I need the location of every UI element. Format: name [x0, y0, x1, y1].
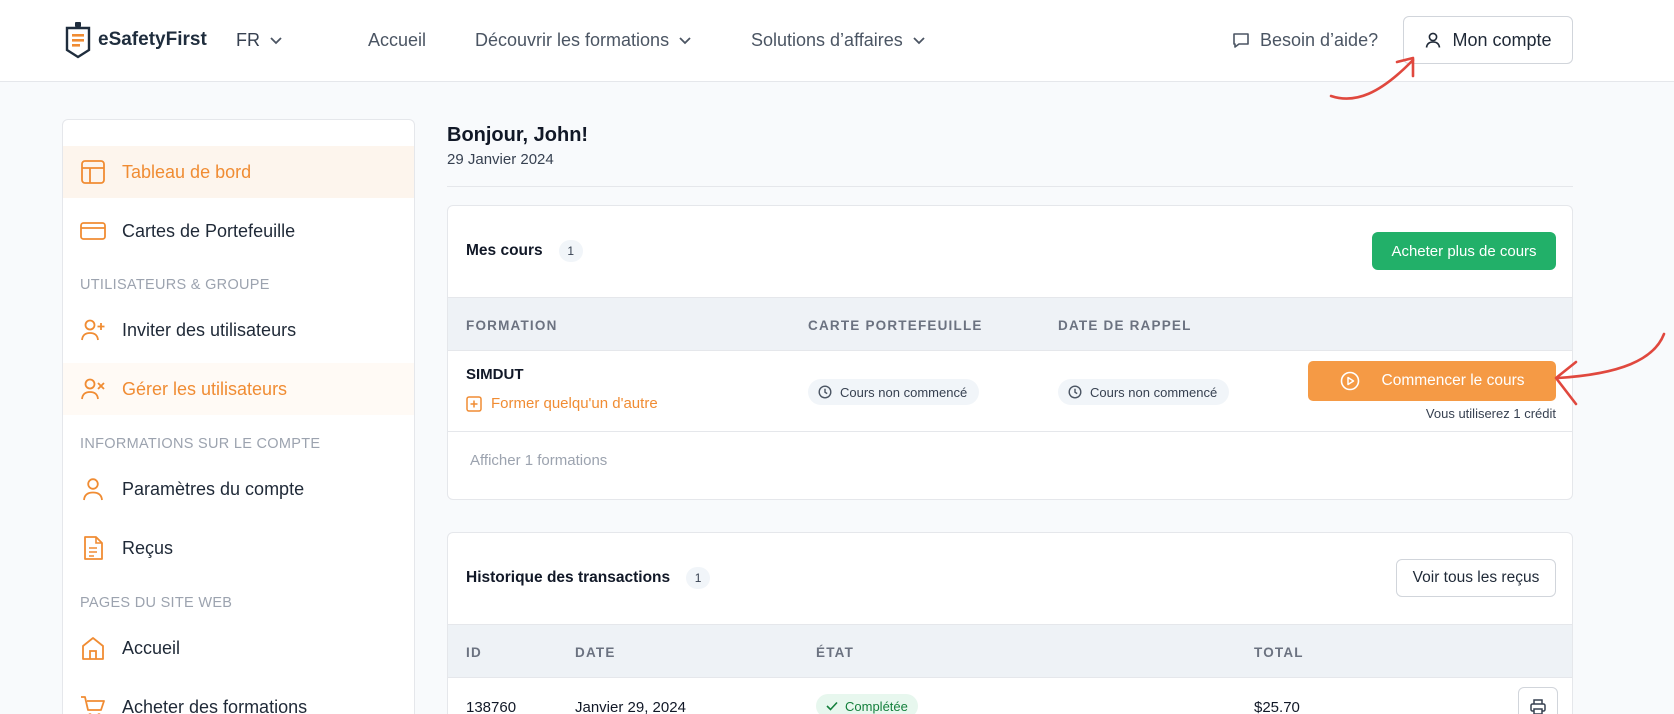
show-all-trainings-link[interactable]: Afficher 1 formations	[470, 452, 607, 469]
column-header: ID	[466, 645, 482, 660]
wallet-status-pill: Cours non commencé	[808, 379, 980, 405]
column-header: TOTAL	[1254, 645, 1304, 660]
brand-logo[interactable]: eSafetyFirst	[64, 21, 207, 59]
chevron-down-icon	[270, 36, 282, 44]
course-name: SIMDUT	[466, 366, 524, 383]
credit-note: Vous utiliserez 1 crédit	[1425, 406, 1556, 421]
brand-name: eSafetyFirst	[98, 29, 207, 50]
clock-icon	[818, 385, 832, 399]
chevron-down-icon	[913, 36, 925, 44]
user-icon	[1426, 32, 1441, 48]
sidebar-item-label: Accueil	[122, 637, 181, 658]
courses-title: Mes cours 1	[466, 240, 583, 262]
clock-icon	[1068, 385, 1082, 399]
transactions-title-text: Historique des transactions	[466, 569, 671, 586]
current-date: 29 Janvier 2024	[447, 151, 554, 168]
help-label: Besoin d’aide?	[1260, 30, 1379, 50]
train-someone-else-link[interactable]: Former quelqu'un d'autre	[466, 395, 658, 412]
column-header: DATE DE RAPPEL	[1058, 318, 1192, 333]
help-link[interactable]: Besoin d’aide?	[1232, 30, 1378, 51]
account-label: Mon compte	[1452, 29, 1552, 50]
language-selector[interactable]: FR	[236, 30, 282, 51]
status-badge: Complétée	[816, 694, 918, 714]
status-text: Complétée	[845, 698, 908, 714]
layout-icon	[81, 160, 105, 184]
divider	[447, 186, 1573, 187]
account-button[interactable]: Mon compte	[1403, 16, 1573, 64]
plus-square-icon	[466, 395, 482, 412]
check-icon	[826, 701, 838, 711]
nav-label: Accueil	[368, 30, 427, 50]
start-course-button[interactable]: Commencer le cours	[1308, 361, 1556, 401]
reminder-status-pill: Cours non commencé	[1058, 379, 1230, 405]
sidebar-item-wallet-cards[interactable]: Cartes de Portefeuille	[63, 205, 414, 257]
print-receipt-button[interactable]	[1518, 687, 1558, 714]
courses-title-text: Mes cours	[466, 242, 543, 259]
section-heading-account: INFORMATIONS SUR LE COMPTE	[80, 436, 321, 452]
column-header: ÉTAT	[816, 645, 855, 660]
greeting: Bonjour, John!	[447, 124, 589, 146]
transactions-title: Historique des transactions 1	[466, 567, 711, 589]
nav-label: Solutions d’affaires	[751, 30, 903, 50]
sidebar-item-manage-users[interactable]: Gérer les utilisateurs	[63, 363, 414, 415]
transaction-date: Janvier 29, 2024	[575, 699, 686, 714]
cart-icon	[81, 696, 105, 714]
transactions-card: Historique des transactions 1 Voir tous …	[447, 532, 1573, 714]
home-icon	[82, 637, 104, 660]
courses-count-badge: 1	[558, 240, 583, 262]
nav-label: Découvrir les formations	[475, 30, 670, 50]
sidebar-item-label: Tableau de bord	[122, 161, 252, 182]
nav-accueil[interactable]: Accueil	[368, 30, 426, 51]
file-text-icon	[84, 536, 103, 560]
sidebar-item-invite-users[interactable]: Inviter des utilisateurs	[63, 304, 414, 356]
sidebar-item-home[interactable]: Accueil	[63, 622, 414, 674]
sidebar: Tableau de bord Cartes de Portefeuille U…	[62, 119, 415, 714]
sidebar-item-buy-trainings[interactable]: Acheter des formations	[63, 681, 414, 714]
sidebar-item-account-settings[interactable]: Paramètres du compte	[63, 463, 414, 515]
transaction-total: $25.70	[1254, 699, 1300, 714]
top-header: eSafetyFirst FR Accueil Découvrir les fo…	[0, 0, 1674, 82]
row-divider	[448, 431, 1572, 432]
train-someone-else-label: Former quelqu'un d'autre	[491, 395, 658, 412]
language-label: FR	[236, 30, 260, 50]
sidebar-item-dashboard[interactable]: Tableau de bord	[63, 146, 414, 198]
courses-table-header: FORMATION CARTE PORTEFEUILLE DATE DE RAP…	[448, 297, 1572, 351]
user-plus-icon	[81, 319, 105, 341]
annotation-arrow-icon	[1329, 56, 1415, 100]
user-x-icon	[81, 378, 105, 400]
sidebar-item-label: Inviter des utilisateurs	[122, 319, 297, 340]
annotation-arrow-icon	[1554, 332, 1666, 406]
transactions-count-badge: 1	[686, 567, 711, 589]
buy-more-courses-button[interactable]: Acheter plus de cours	[1372, 232, 1556, 270]
sidebar-item-label: Acheter des formations	[122, 696, 308, 714]
reminder-status-text: Cours non commencé	[1090, 384, 1218, 400]
transaction-id: 138760	[466, 699, 517, 714]
column-header: DATE	[575, 645, 616, 660]
play-circle-icon	[1340, 371, 1359, 391]
printer-icon	[1530, 699, 1546, 714]
start-course-label: Commencer le cours	[1381, 372, 1525, 389]
chat-bubble-icon	[1233, 32, 1249, 48]
user-icon	[83, 478, 103, 501]
nav-formations[interactable]: Découvrir les formations	[475, 30, 691, 51]
courses-card: Mes cours 1 Acheter plus de cours FORMAT…	[447, 205, 1573, 500]
sidebar-item-label: Gérer les utilisateurs	[122, 378, 288, 399]
sidebar-item-label: Cartes de Portefeuille	[122, 220, 296, 241]
nav-solutions[interactable]: Solutions d’affaires	[751, 30, 925, 51]
wallet-status-text: Cours non commencé	[840, 384, 968, 400]
sidebar-item-label: Paramètres du compte	[122, 478, 305, 499]
shield-logo-icon	[65, 22, 91, 59]
section-heading-website: PAGES DU SITE WEB	[80, 595, 233, 611]
view-all-receipts-button[interactable]: Voir tous les reçus	[1396, 559, 1556, 597]
sidebar-item-label: Reçus	[122, 537, 174, 558]
column-header: FORMATION	[466, 318, 558, 333]
transactions-table-header: ID DATE ÉTAT TOTAL	[448, 624, 1572, 678]
credit-card-icon	[80, 222, 106, 240]
sidebar-item-receipts[interactable]: Reçus	[63, 522, 414, 574]
column-header: CARTE PORTEFEUILLE	[808, 318, 983, 333]
chevron-down-icon	[679, 36, 691, 44]
section-heading-users: UTILISATEURS & GROUPE	[80, 277, 270, 293]
